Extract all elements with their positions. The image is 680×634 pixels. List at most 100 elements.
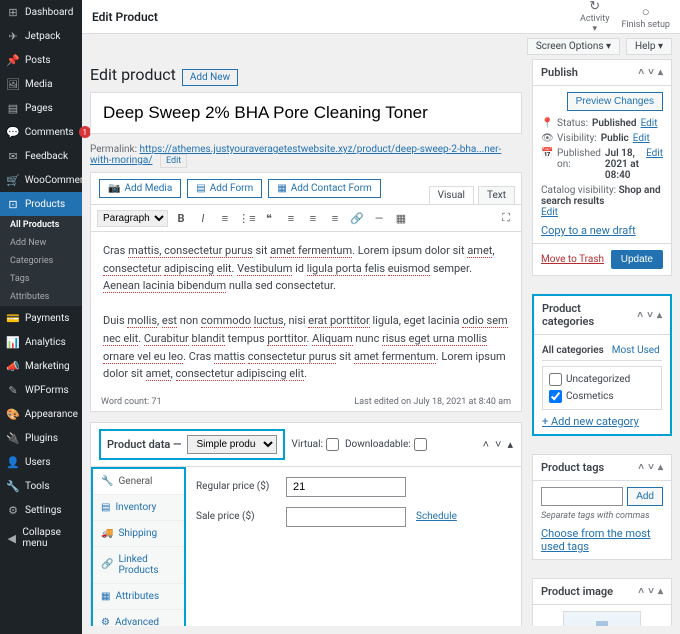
menu-icon: 🛒 xyxy=(6,173,20,187)
pd-tab-linked-products[interactable]: 🔗Linked Products xyxy=(93,547,184,584)
tab-visual[interactable]: Visual xyxy=(429,186,474,204)
subitem-all-products[interactable]: All Products xyxy=(0,216,82,234)
menu-icon: 🎨 xyxy=(6,407,20,421)
add-media-button[interactable]: 📷Add Media xyxy=(99,179,181,198)
tag-input[interactable] xyxy=(541,487,623,506)
regular-price-label: Regular price ($) xyxy=(196,481,276,492)
schedule-link[interactable]: Schedule xyxy=(416,511,457,522)
menu-icon: ✈ xyxy=(6,29,20,43)
product-type-select[interactable]: Simple product xyxy=(187,435,277,454)
align-right-icon[interactable]: ≡ xyxy=(326,209,344,227)
more-icon[interactable]: — xyxy=(370,209,388,227)
tab-icon: ⚙ xyxy=(101,617,110,626)
sidebar-item-jetpack[interactable]: ✈Jetpack xyxy=(0,24,82,48)
pd-tab-general[interactable]: 🔧General xyxy=(93,469,184,495)
chevron-down-icon[interactable]: ˅ xyxy=(495,438,501,451)
help-button[interactable]: Help ▾ xyxy=(626,38,672,55)
eye-icon: 👁 xyxy=(541,133,553,144)
sidebar-item-comments[interactable]: 💬Comments1 xyxy=(0,120,82,144)
pd-tab-advanced[interactable]: ⚙Advanced xyxy=(93,610,184,626)
tag-hint: Separate tags with commas xyxy=(541,511,663,521)
sidebar-item-tools[interactable]: 🔧Tools xyxy=(0,474,82,498)
fullscreen-icon[interactable]: ⛶ xyxy=(497,209,515,227)
add-category-link[interactable]: + Add new category xyxy=(542,415,639,428)
collapse-icon[interactable]: ▴ xyxy=(507,438,513,451)
content-editor[interactable]: Cras mattis, consectetur purus sit amet … xyxy=(91,232,521,393)
status-edit-link[interactable]: Edit xyxy=(641,118,658,129)
choose-tags-link[interactable]: Choose from the most used tags xyxy=(541,527,651,553)
product-image-thumb[interactable] xyxy=(563,611,641,626)
editor-toolbar: Paragraph B I ≡ ⋮≡ ❝ ≡ ≡ ≡ 🔗 — ▦ ⛶ xyxy=(91,204,521,232)
sidebar-item-analytics[interactable]: 📊Analytics xyxy=(0,330,82,354)
link-icon[interactable]: 🔗 xyxy=(348,209,366,227)
add-form-button[interactable]: ▤Add Form xyxy=(187,179,262,198)
sidebar-item-feedback[interactable]: ✉Feedback xyxy=(0,144,82,168)
subitem-tags[interactable]: Tags xyxy=(0,270,82,288)
permalink-edit-button[interactable]: Edit xyxy=(160,154,187,168)
category-uncategorized[interactable]: Uncategorized xyxy=(549,371,655,388)
cat-tab-all[interactable]: All categories xyxy=(542,345,604,356)
copy-draft-link[interactable]: Copy to a new draft xyxy=(541,224,636,237)
pd-tab-attributes[interactable]: ▦Attributes xyxy=(93,584,184,610)
subitem-attributes[interactable]: Attributes xyxy=(0,288,82,306)
published-edit-link[interactable]: Edit xyxy=(646,148,663,159)
activity-button[interactable]: ↻Activity▾ xyxy=(580,0,609,34)
calendar-icon: 📅 xyxy=(541,148,553,159)
preview-changes-button[interactable]: Preview Changes xyxy=(567,92,663,111)
sidebar-item-users[interactable]: 👤Users xyxy=(0,450,82,474)
sidebar-item-dashboard[interactable]: ⊞Dashboard xyxy=(0,0,82,24)
cat-tab-most[interactable]: Most Used xyxy=(612,345,660,356)
chevron-up-icon[interactable]: ˄ xyxy=(483,438,489,451)
subitem-add-new[interactable]: Add New xyxy=(0,234,82,252)
sidebar-item-plugins[interactable]: 🔌Plugins xyxy=(0,426,82,450)
permalink-url[interactable]: https://athemes.justyouraveragetestwebsi… xyxy=(90,144,501,166)
screen-options-button[interactable]: Screen Options ▾ xyxy=(527,38,620,55)
camera-icon: 📷 xyxy=(108,183,120,194)
sidebar-item-woocommerce[interactable]: 🛒WooCommerce xyxy=(0,168,82,192)
downloadable-checkbox[interactable]: Downloadable: xyxy=(345,438,427,451)
menu-icon: 🖼 xyxy=(6,77,20,91)
menu-icon: 📊 xyxy=(6,335,20,349)
add-contact-form-button[interactable]: ▦Add Contact Form xyxy=(268,179,380,198)
bullet-list-icon[interactable]: ≡ xyxy=(216,209,234,227)
toolbar-toggle-icon[interactable]: ▦ xyxy=(392,209,410,227)
sidebar-item-media[interactable]: 🖼Media xyxy=(0,72,82,96)
sidebar-item-products[interactable]: ⊡Products xyxy=(0,192,82,216)
move-to-trash-link[interactable]: Move to Trash xyxy=(541,254,604,265)
admin-sidebar: ⊞Dashboard✈Jetpack📌Posts🖼Media▤Pages💬Com… xyxy=(0,0,82,634)
virtual-checkbox[interactable]: Virtual: xyxy=(291,438,339,451)
menu-icon: 🔌 xyxy=(6,431,20,445)
product-title-input[interactable] xyxy=(91,93,521,133)
align-center-icon[interactable]: ≡ xyxy=(304,209,322,227)
add-tag-button[interactable]: Add xyxy=(627,487,663,506)
sidebar-item-payments[interactable]: 💳Payments xyxy=(0,306,82,330)
regular-price-input[interactable] xyxy=(286,477,406,497)
finish-setup-button[interactable]: ○Finish setup xyxy=(621,4,670,30)
pd-tab-shipping[interactable]: 🚚Shipping xyxy=(93,521,184,547)
sale-price-input[interactable] xyxy=(286,507,406,527)
italic-icon[interactable]: I xyxy=(194,209,212,227)
sidebar-item-posts[interactable]: 📌Posts xyxy=(0,48,82,72)
visibility-edit-link[interactable]: Edit xyxy=(633,133,650,144)
tab-text[interactable]: Text xyxy=(478,186,515,204)
align-left-icon[interactable]: ≡ xyxy=(282,209,300,227)
sidebar-item-settings[interactable]: ⚙Settings xyxy=(0,498,82,522)
sidebar-item-pages[interactable]: ▤Pages xyxy=(0,96,82,120)
format-select[interactable]: Paragraph xyxy=(97,210,168,227)
update-button[interactable]: Update xyxy=(611,250,663,269)
number-list-icon[interactable]: ⋮≡ xyxy=(238,209,256,227)
bold-icon[interactable]: B xyxy=(172,209,190,227)
sidebar-item-marketing[interactable]: 📣Marketing xyxy=(0,354,82,378)
menu-icon: 💳 xyxy=(6,311,20,325)
subitem-categories[interactable]: Categories xyxy=(0,252,82,270)
tab-icon: 🔗 xyxy=(101,559,113,570)
sidebar-item-appearance[interactable]: 🎨Appearance xyxy=(0,402,82,426)
category-cosmetics[interactable]: Cosmetics xyxy=(549,388,655,405)
sidebar-item-wpforms[interactable]: ✎WPForms xyxy=(0,378,82,402)
pd-tab-inventory[interactable]: ▤Inventory xyxy=(93,495,184,521)
quote-icon[interactable]: ❝ xyxy=(260,209,278,227)
menu-icon: ⊞ xyxy=(6,5,20,19)
collapse-menu[interactable]: ◀Collapse menu xyxy=(0,522,82,554)
catvis-edit-link[interactable]: Edit xyxy=(541,207,558,218)
add-new-button[interactable]: Add New xyxy=(182,69,238,86)
